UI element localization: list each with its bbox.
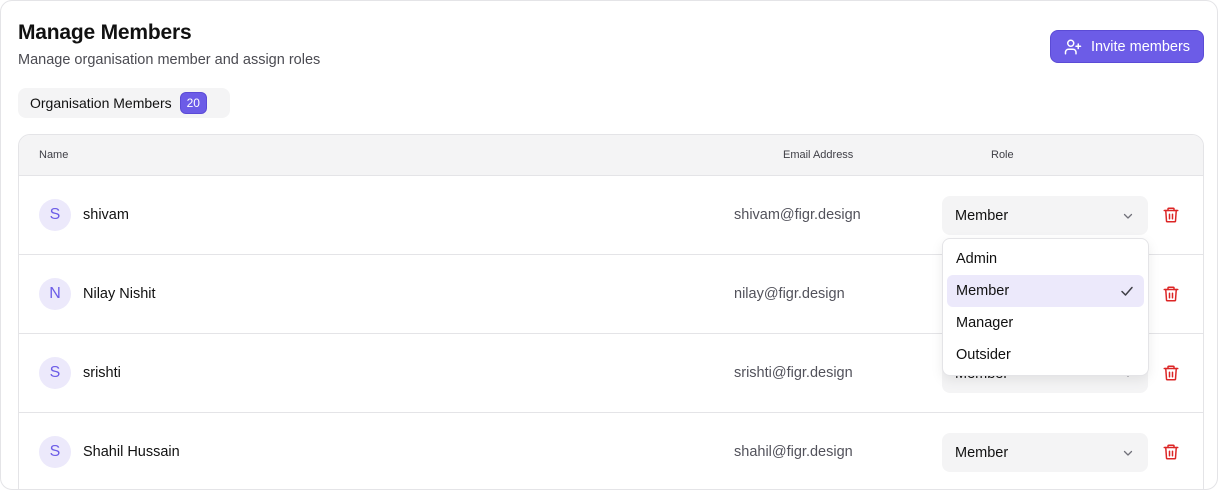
check-icon [1121,286,1133,296]
manage-members-card: Manage Members Manage organisation membe… [0,0,1218,490]
page-title: Manage Members [18,21,192,44]
role-option-outsider[interactable]: Outsider [947,339,1144,371]
invite-members-button[interactable]: Invite members [1050,30,1204,63]
trash-icon[interactable] [1162,443,1180,461]
chevron-down-icon [1123,213,1133,219]
member-email: srishti@figr.design [734,365,853,381]
role-option-label: Admin [956,251,998,267]
invite-members-label: Invite members [1090,38,1191,55]
tab-label: Organisation Members [30,95,172,111]
avatar: N [39,278,71,310]
column-header-role: Role [991,149,1014,161]
role-select-value: Member [955,444,1009,461]
role-option-label: Manager [956,315,1014,331]
tab-organisation-members[interactable]: Organisation Members 20 [18,88,230,118]
role-option-label: Member [956,283,1010,299]
trash-icon[interactable] [1162,285,1180,303]
member-email: nilay@figr.design [734,286,845,302]
member-name: Nilay Nishit [83,286,156,302]
role-select[interactable]: Member [942,433,1148,472]
column-header-name: Name [39,149,69,161]
member-email: shahil@figr.design [734,444,853,460]
avatar: S [39,199,71,231]
member-name: srishti [83,365,121,381]
member-name: Shahil Hussain [83,444,180,460]
page-subtitle: Manage organisation member and assign ro… [18,52,321,68]
role-option-member[interactable]: Member [947,275,1144,307]
role-option-admin[interactable]: Admin [947,243,1144,275]
member-name: shivam [83,207,129,223]
member-count-badge: 20 [179,92,207,114]
column-header-email: Email Address [783,149,854,161]
table-row: S Shahil Hussain shahil@figr.design Memb… [19,413,1203,489]
role-select-value: Member [955,207,1009,224]
role-option-label: Outsider [956,347,1011,363]
member-email: shivam@figr.design [734,207,861,223]
table-header: Name Email Address Role [19,135,1203,176]
trash-icon[interactable] [1162,364,1180,382]
trash-icon[interactable] [1162,206,1180,224]
role-select[interactable]: Member [942,196,1148,235]
chevron-down-icon [1123,450,1133,456]
user-plus-icon [1064,39,1082,54]
avatar: S [39,436,71,468]
role-option-manager[interactable]: Manager [947,307,1144,339]
avatar: S [39,357,71,389]
role-dropdown-menu: Admin Member Manager Outsider [942,238,1149,376]
